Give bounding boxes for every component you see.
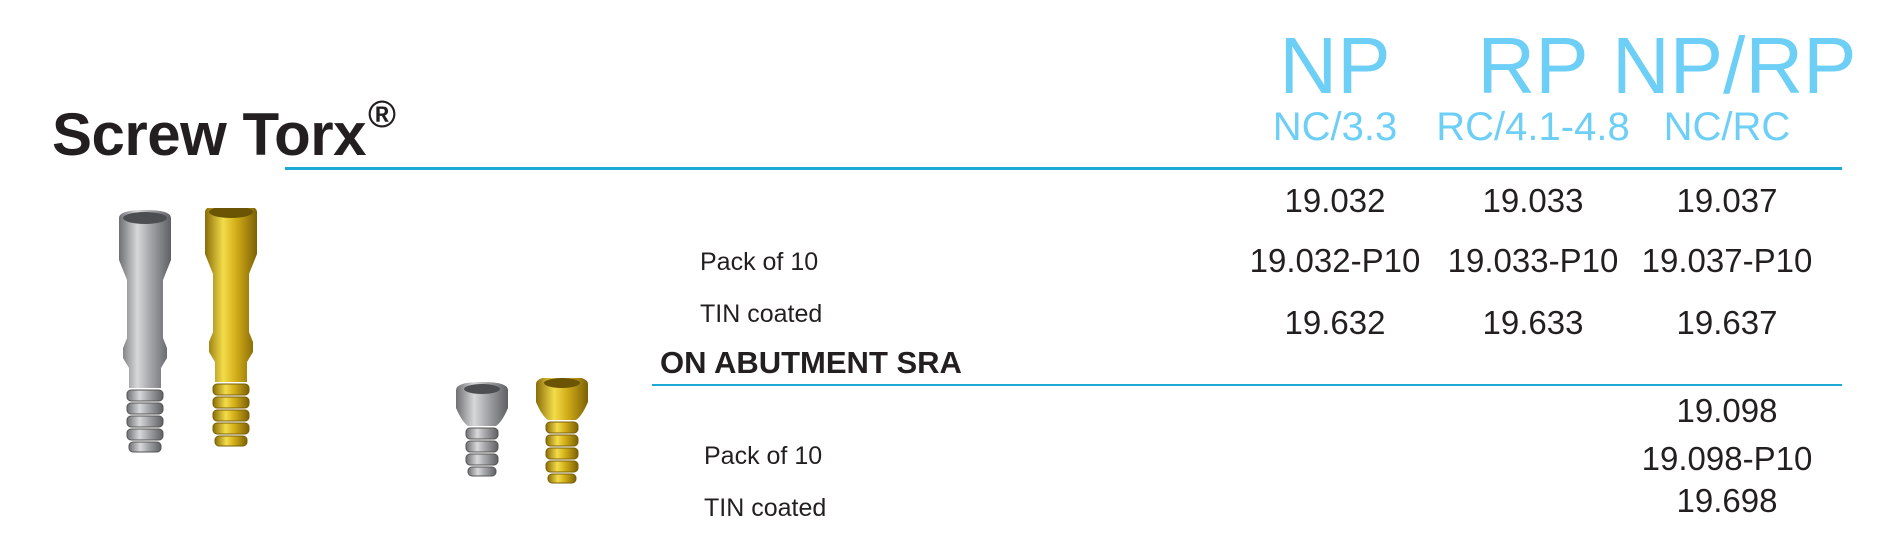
- trademark-symbol: ®: [368, 94, 396, 136]
- cell-19032: 19.032: [1284, 182, 1386, 219]
- gold-screw: [205, 208, 257, 447]
- column-header-connection-ncrc: NC/RC: [1663, 105, 1791, 149]
- screw-abutment-sra-image: [456, 378, 588, 484]
- small-silver-screw: [456, 382, 508, 477]
- column-header-connection-nc33: NC/3.3: [1272, 105, 1398, 149]
- silver-screw: [119, 210, 171, 453]
- column-header-platform-nprp: NP/RP: [1612, 21, 1857, 110]
- header-divider: [285, 167, 1842, 170]
- cell-19632: 19.632: [1284, 304, 1386, 341]
- section-heading-on-abutment-sra: ON ABUTMENT SRA: [660, 345, 962, 380]
- row-label-pack-of-10: Pack of 10: [700, 248, 819, 276]
- page-title: Screw Torx®: [52, 94, 396, 169]
- cell-19037: 19.037: [1676, 182, 1778, 219]
- cell-19098-p10: 19.098-P10: [1641, 440, 1813, 477]
- abutment-row-label-pack-of-10: Pack of 10: [704, 442, 823, 470]
- cell-19637: 19.637: [1676, 304, 1778, 341]
- cell-19032-p10: 19.032-P10: [1249, 242, 1421, 279]
- title-text: Screw Torx: [52, 101, 367, 168]
- column-header-platform-np: NP: [1279, 21, 1391, 110]
- cell-19698: 19.698: [1676, 482, 1778, 519]
- cell-19098: 19.098: [1676, 392, 1778, 429]
- row-label-tin-coated: TIN coated: [700, 300, 823, 328]
- cell-19037-p10: 19.037-P10: [1641, 242, 1813, 279]
- abutment-row-label-tin-coated: TIN coated: [704, 494, 827, 522]
- screw-torx-image: [119, 208, 257, 453]
- small-gold-screw: [536, 378, 588, 484]
- section-divider: [652, 384, 1842, 386]
